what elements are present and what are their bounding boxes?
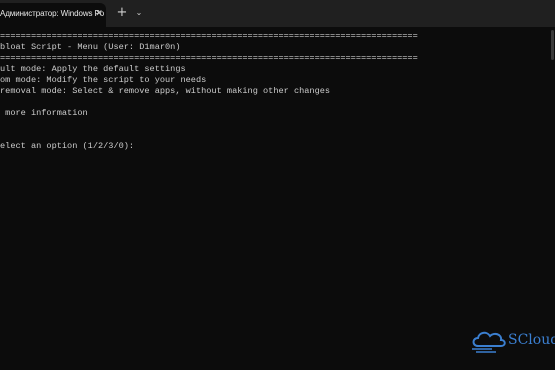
menu-option: removal mode: Select & remove apps, with… bbox=[0, 86, 331, 96]
menu-option: om mode: Modify the script to your needs bbox=[0, 75, 207, 85]
tab-title: Администратор: Windows Po bbox=[0, 9, 105, 18]
watermark-text: SCloud bbox=[508, 332, 555, 348]
menu-title: bloat Script - Menu (User: D1mar0n) bbox=[0, 42, 181, 52]
terminal-tab[interactable]: Администратор: Windows Po ✕ bbox=[0, 3, 106, 27]
menu-option: ult mode: Apply the default settings bbox=[0, 64, 186, 74]
cloud-logo-icon bbox=[472, 331, 506, 353]
separator-line: ========================================… bbox=[0, 31, 418, 41]
menu-option: more information bbox=[0, 108, 88, 118]
separator-line: ========================================… bbox=[0, 53, 418, 63]
new-tab-icon[interactable]: + bbox=[115, 6, 129, 20]
terminal-window: Администратор: Windows Po ✕ + ⌄ ========… bbox=[0, 0, 555, 370]
scrollbar[interactable] bbox=[551, 30, 554, 60]
tab-bar: Администратор: Windows Po ✕ + ⌄ bbox=[0, 0, 555, 27]
close-tab-icon[interactable]: ✕ bbox=[94, 7, 104, 21]
watermark-logo: SCloud bbox=[470, 326, 555, 356]
console-output[interactable]: ========================================… bbox=[0, 27, 555, 370]
chevron-down-icon[interactable]: ⌄ bbox=[134, 7, 144, 19]
input-prompt: elect an option (1/2/3/0): bbox=[0, 141, 135, 151]
